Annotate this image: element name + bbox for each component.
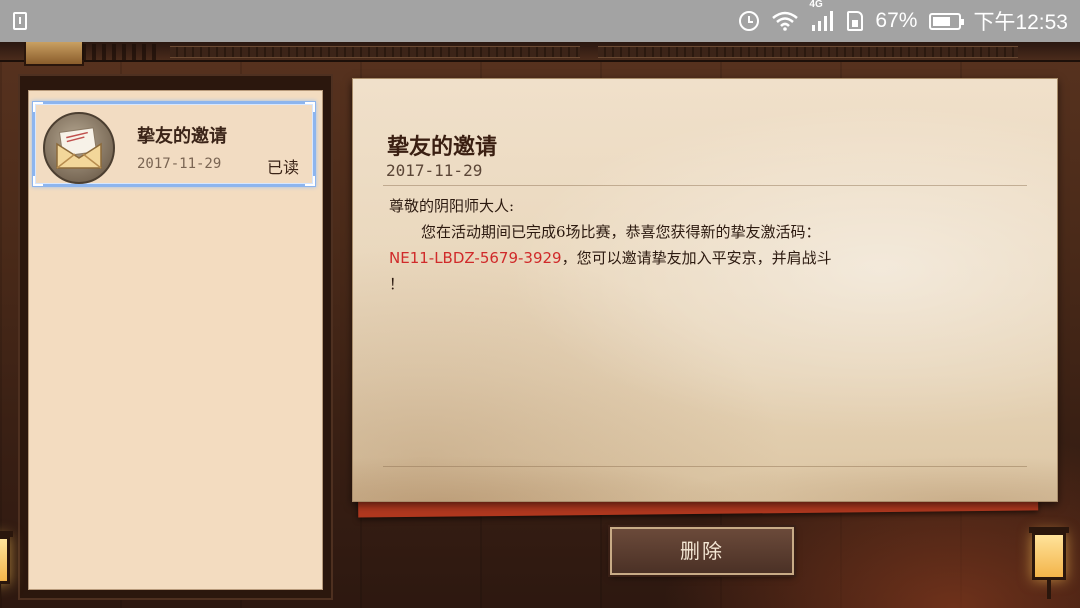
- letter-line-rest: ，您可以邀请挚友加入平安京，并肩战斗: [561, 249, 832, 267]
- letter-panel: 挚友的邀请 2017-11-29 尊敬的阴阳师大人: 您在活动期间已完成6场比赛…: [352, 78, 1058, 502]
- letter-greeting: 尊敬的阴阳师大人:: [389, 197, 515, 215]
- top-frame-bar: [0, 42, 1080, 62]
- network-type: 4G: [809, 0, 823, 10]
- selection-corner: [305, 102, 315, 112]
- letter-line: 您在活动期间已完成6场比赛，恭喜您获得新的挚友激活码：: [421, 223, 821, 241]
- letter-bottom-rule: [383, 466, 1027, 467]
- mail-item-title: 挚友的邀请: [137, 126, 227, 147]
- signal-icon: 4G: [809, 0, 835, 31]
- selection-corner: [33, 102, 43, 112]
- letter-title: 挚友的邀请: [387, 134, 498, 160]
- sim-icon: [847, 11, 864, 31]
- invite-code[interactable]: NE11-LBDZ-5679-3929: [389, 249, 562, 267]
- mail-list-item[interactable]: 挚友的邀请 2017-11-29 已读: [32, 101, 316, 187]
- mail-emblem: [24, 42, 84, 66]
- delete-button[interactable]: 删除: [610, 527, 794, 575]
- alarm-icon: [739, 11, 760, 31]
- notification-icon: [13, 12, 27, 30]
- letter-date: 2017-11-29: [386, 161, 483, 180]
- battery-icon: [929, 12, 965, 30]
- header-decoration: [82, 44, 162, 60]
- clock: 下午12:53: [973, 11, 1068, 34]
- letter-line: NE11-LBDZ-5679-3929，您可以邀请挚友加入平安京，并肩战斗: [389, 245, 1019, 271]
- wifi-icon: [771, 11, 799, 31]
- battery-fill: [933, 16, 950, 26]
- selection-corner: [305, 176, 315, 186]
- letter-date-divider: [383, 185, 1027, 186]
- lantern-decoration: [0, 531, 13, 603]
- envelope-icon: [43, 112, 115, 184]
- mail-list-panel: 挚友的邀请 2017-11-29 已读: [18, 74, 333, 600]
- mail-list[interactable]: 挚友的邀请 2017-11-29 已读: [28, 90, 323, 590]
- letter-line: ！: [389, 275, 405, 293]
- battery-percent: 67%: [875, 9, 918, 32]
- letter-body: 尊敬的阴阳师大人: 您在活动期间已完成6场比赛，恭喜您获得新的挚友激活码： NE…: [389, 193, 1019, 297]
- lantern-decoration: [1029, 527, 1069, 599]
- status-bar: 4G 67% 下午12:53: [0, 0, 1080, 42]
- cloud-decoration: [353, 411, 1057, 501]
- selection-corner: [33, 176, 43, 186]
- mail-item-date: 2017-11-29: [137, 156, 222, 172]
- mail-item-status: 已读: [266, 158, 299, 177]
